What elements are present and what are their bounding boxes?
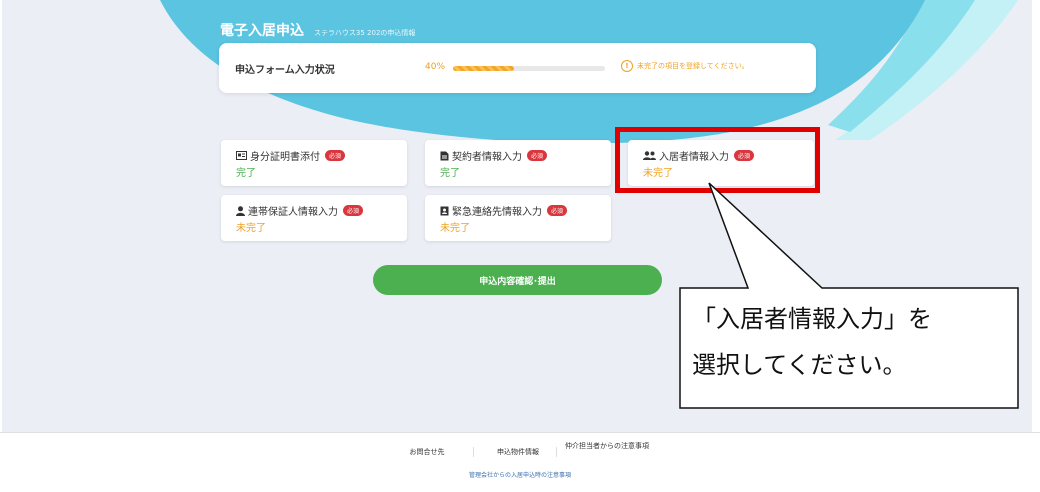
callout-line: 選択してください。 <box>692 351 907 379</box>
callout-bubble <box>679 182 1019 409</box>
callout-text: 「入居者情報入力」を 選択してください。 <box>692 296 1012 388</box>
callout-line: 「入居者情報入力」を <box>692 305 932 333</box>
